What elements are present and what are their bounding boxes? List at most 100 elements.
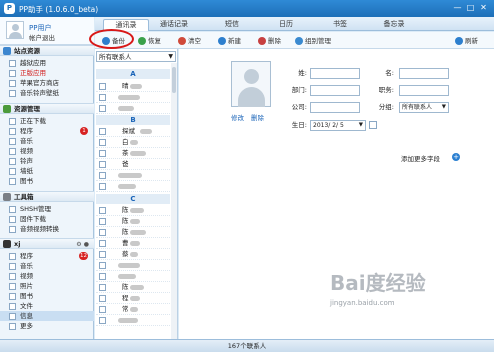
checkbox[interactable]: [99, 128, 106, 135]
list-item[interactable]: [96, 271, 170, 282]
sidebar-item-books[interactable]: 图书: [0, 176, 94, 186]
list-item[interactable]: 爸: [96, 159, 170, 170]
sidebar-item-device-video[interactable]: 视频: [0, 271, 94, 281]
sidebar-item-ringtones[interactable]: 铃声: [0, 156, 94, 166]
sidebar-item-device-music[interactable]: 音乐: [0, 261, 94, 271]
tab-notes[interactable]: 备忘录: [371, 19, 417, 31]
checkbox[interactable]: [99, 273, 106, 280]
checkbox[interactable]: [99, 94, 106, 101]
birthday-checkbox[interactable]: [369, 121, 377, 129]
list-item[interactable]: [96, 92, 170, 103]
given-name-input[interactable]: [399, 68, 449, 79]
tab-call-log[interactable]: 通话记录: [151, 19, 197, 31]
tab-sms[interactable]: 短信: [209, 19, 255, 31]
clear-button[interactable]: 清空: [178, 36, 201, 46]
sidebar-item-device-programs[interactable]: 程序 12: [0, 251, 94, 261]
user-avatar-icon[interactable]: [6, 21, 24, 39]
checkbox[interactable]: [99, 229, 106, 236]
checkbox[interactable]: [99, 207, 106, 214]
add-more-fields-link[interactable]: 添加更多字段: [401, 153, 440, 163]
sidebar-item-music[interactable]: 音乐: [0, 136, 94, 146]
section-site-resources[interactable]: 站点资源: [0, 45, 94, 56]
checkbox[interactable]: [99, 150, 106, 157]
sidebar-item-device-more[interactable]: 更多: [0, 321, 94, 331]
checkbox[interactable]: [99, 139, 106, 146]
checkbox[interactable]: [99, 240, 106, 247]
sidebar-item-shsh[interactable]: SHSH管理: [0, 204, 94, 214]
sidebar-item-device-photos[interactable]: 照片: [0, 281, 94, 291]
logout-link[interactable]: 帐户退出: [29, 32, 55, 42]
sidebar-item-genuine-apps[interactable]: 正版应用: [0, 68, 94, 78]
department-input[interactable]: [310, 85, 360, 96]
sidebar-item-device-files[interactable]: 文件: [0, 301, 94, 311]
sidebar-item-jailbreak-apps[interactable]: 越狱应用: [0, 58, 94, 68]
list-item[interactable]: 茶: [96, 148, 170, 159]
checkbox[interactable]: [99, 83, 106, 90]
section-resource-management[interactable]: 资源管理: [0, 103, 94, 114]
checkbox[interactable]: [99, 172, 106, 179]
list-item[interactable]: [96, 170, 170, 181]
restore-button[interactable]: 恢复: [138, 36, 161, 46]
checkbox[interactable]: [99, 284, 106, 291]
scrollbar[interactable]: [171, 63, 177, 339]
delete-button[interactable]: 删除: [258, 36, 281, 46]
list-item[interactable]: [96, 181, 170, 192]
list-item[interactable]: 蔡: [96, 249, 170, 260]
section-toolbox[interactable]: 工具箱: [0, 191, 94, 202]
list-item[interactable]: 陈: [96, 216, 170, 227]
sidebar-item-music-ringtones[interactable]: 音乐铃声壁纸: [0, 88, 94, 98]
birthday-picker[interactable]: 2013/ 2/ 5 ▼: [310, 120, 366, 131]
delete-photo-link[interactable]: 删除: [251, 112, 264, 122]
list-item[interactable]: 陈: [96, 205, 170, 216]
list-item[interactable]: 曹: [96, 238, 170, 249]
checkbox[interactable]: [99, 105, 106, 112]
sidebar-item-av-convert[interactable]: 音频视频转换: [0, 224, 94, 234]
sidebar-item-wallpaper[interactable]: 墙纸: [0, 166, 94, 176]
list-item[interactable]: 陈: [96, 282, 170, 293]
list-item[interactable]: 白: [96, 137, 170, 148]
refresh-button[interactable]: 刷新: [455, 36, 478, 46]
checkbox[interactable]: [99, 218, 106, 225]
close-button[interactable]: ✕: [478, 3, 489, 13]
list-item[interactable]: [96, 103, 170, 114]
checkbox[interactable]: [99, 251, 106, 258]
sidebar-item-programs[interactable]: 程序 1: [0, 126, 94, 136]
sidebar-item-device-messages[interactable]: 信息: [0, 311, 94, 321]
list-item[interactable]: 晴: [96, 81, 170, 92]
minimize-button[interactable]: —: [452, 3, 463, 13]
checkbox[interactable]: [99, 161, 106, 168]
list-item[interactable]: [96, 260, 170, 271]
scrollbar-thumb[interactable]: [172, 67, 176, 93]
section-device[interactable]: xj ⚙ ●: [0, 238, 94, 249]
group-manage-button[interactable]: 组别管理: [295, 36, 331, 46]
tab-bookmarks[interactable]: 书签: [317, 19, 363, 31]
device-tools-icon[interactable]: ⚙ ●: [76, 240, 89, 250]
checkbox[interactable]: [99, 262, 106, 269]
sidebar-item-firmware[interactable]: 固件下载: [0, 214, 94, 224]
sidebar-item-device-books[interactable]: 图书: [0, 291, 94, 301]
list-item[interactable]: 陈: [96, 227, 170, 238]
maximize-button[interactable]: □: [465, 3, 476, 13]
sidebar-item-app-store[interactable]: 苹果官方商店: [0, 78, 94, 88]
music-icon: [9, 90, 16, 97]
contact-filter-select[interactable]: 所有联系人 ▼: [96, 51, 176, 62]
checkbox[interactable]: [99, 306, 106, 313]
edit-photo-link[interactable]: 修改: [231, 112, 244, 122]
list-item[interactable]: 常: [96, 304, 170, 315]
tab-calendar[interactable]: 日历: [263, 19, 309, 31]
new-button[interactable]: 新建: [218, 36, 241, 46]
checkbox[interactable]: [99, 183, 106, 190]
checkbox[interactable]: [99, 317, 106, 324]
group-select[interactable]: 所有联系人 ▼: [399, 102, 449, 113]
list-item[interactable]: 探斌: [96, 126, 170, 137]
list-item[interactable]: [96, 315, 170, 326]
company-input[interactable]: [310, 102, 360, 113]
list-item[interactable]: 程: [96, 293, 170, 304]
sidebar-item-video[interactable]: 视频: [0, 146, 94, 156]
surname-input[interactable]: [310, 68, 360, 79]
position-input[interactable]: [399, 85, 449, 96]
sidebar-item-downloading[interactable]: 正在下载: [0, 116, 94, 126]
checkbox[interactable]: [99, 295, 106, 302]
add-field-icon[interactable]: +: [452, 153, 460, 161]
contact-photo[interactable]: [231, 61, 271, 107]
